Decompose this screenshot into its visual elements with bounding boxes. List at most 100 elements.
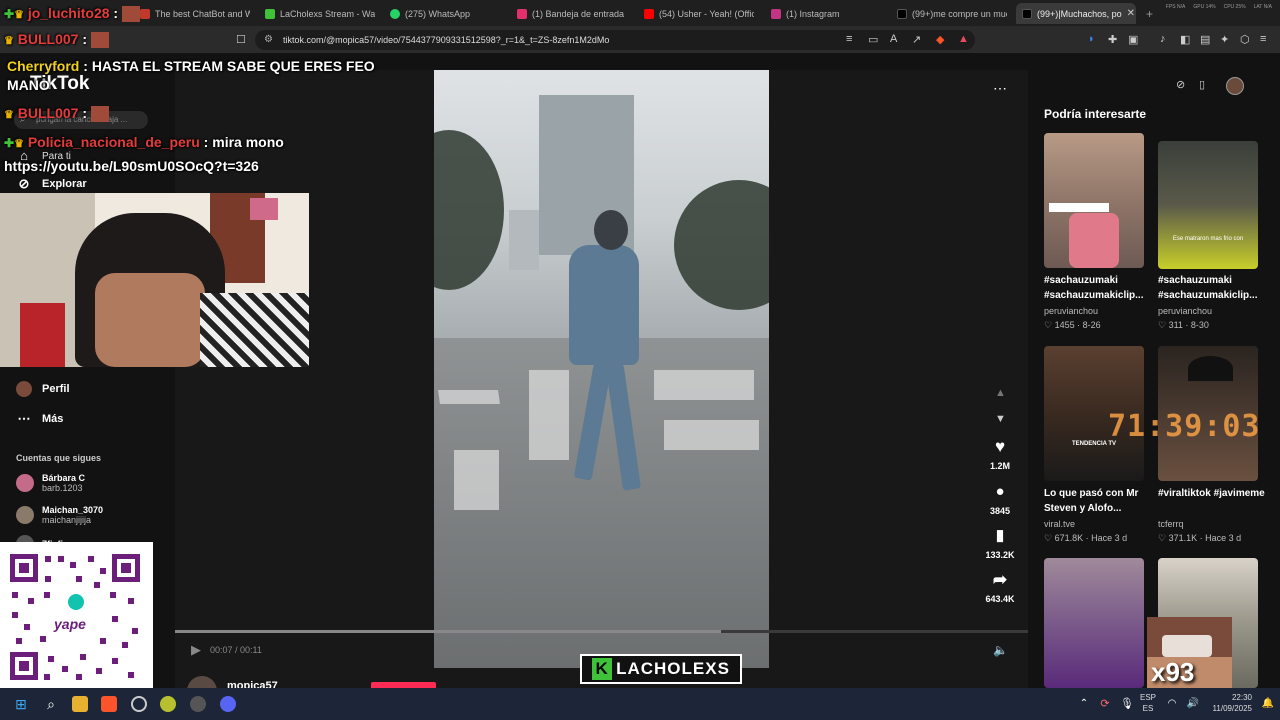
streamer-shirt — [200, 293, 309, 367]
screen-icon[interactable]: ▭ — [868, 33, 878, 46]
video-player[interactable] — [434, 70, 769, 668]
card-title[interactable]: #viraltiktok #javimeme — [1158, 486, 1266, 501]
discord-icon[interactable] — [220, 696, 236, 712]
sidebar-icon[interactable]: ◧ — [1180, 33, 1190, 46]
bookmark-button[interactable]: ▮ 133.2K — [985, 526, 1015, 560]
brave-browser-icon[interactable] — [101, 696, 117, 712]
more-options-icon[interactable]: ⋯ — [993, 80, 1007, 97]
comment-button[interactable]: ● 3845 — [985, 482, 1015, 516]
following-item[interactable]: Bárbara Cbarb.1203 — [16, 473, 85, 493]
following-name: Bárbara C — [42, 473, 86, 483]
crown-badge-icon: ♛ — [4, 35, 14, 47]
obs-icon[interactable] — [190, 696, 206, 712]
crosswalk-stripe — [654, 370, 754, 400]
tab-label: (275) WhatsApp — [405, 8, 471, 19]
card-title[interactable]: Lo que pasó con Mr Steven y Alofo... — [1044, 486, 1152, 516]
lang-top: ESP — [1140, 693, 1157, 702]
leo-icon[interactable]: ✦ — [1220, 33, 1229, 46]
volume-icon[interactable]: 🔈 — [993, 643, 1008, 657]
tab-chatbot[interactable]: The best ChatBot and Wid — [140, 3, 250, 24]
following-item[interactable]: Maichan_3070 maichanjijija — [16, 505, 103, 525]
site-info-icon[interactable]: ⚙ — [264, 34, 273, 45]
comment-count: 3845 — [989, 506, 1011, 516]
card-user[interactable]: peruvianchou — [1044, 306, 1098, 316]
chat-message: ♛ BULL007 : — [4, 105, 109, 123]
video-thumbnail[interactable] — [1044, 133, 1144, 268]
tab-tiktok-active[interactable]: (99+)|Muchachos, po ✕ — [1016, 3, 1136, 24]
clock[interactable]: 22:30 11/09/2025 — [1207, 692, 1252, 714]
reader-icon[interactable]: ≡ — [846, 33, 852, 45]
sidebar-item-explorar[interactable]: ⊘ Explorar — [16, 176, 87, 192]
microphone-icon[interactable]: 🎙 — [1119, 696, 1135, 712]
search-icon[interactable]: ⌕ — [43, 696, 59, 712]
close-tab-icon[interactable]: ✕ — [1127, 8, 1135, 19]
media-icon[interactable]: ♪ — [1160, 33, 1166, 45]
tab-kick-stream[interactable]: LaCholexs Stream - Watch — [265, 3, 375, 24]
stat-lat: LAT N/A — [1253, 4, 1272, 10]
tab-instagram[interactable]: (1) Instagram — [771, 3, 881, 24]
tab-youtube[interactable]: (54) Usher - Yeah! (Official — [644, 3, 754, 24]
rewards-icon[interactable]: ▲ — [958, 33, 969, 45]
steam-icon[interactable] — [131, 696, 147, 712]
multiplier-text: x93 — [1151, 657, 1195, 687]
tab-label: (99+)|Muchachos, po — [1037, 8, 1122, 19]
video-thumbnail[interactable] — [1044, 558, 1144, 688]
video-progress-bar[interactable] — [175, 630, 1028, 633]
translate-icon[interactable]: A — [890, 33, 897, 45]
clock-date: 11/09/2025 — [1212, 704, 1252, 713]
tab-label: (99+)me compre un muel — [912, 8, 1007, 19]
chevron-up-icon[interactable]: ⌃ — [1076, 696, 1092, 712]
video-thumbnail[interactable]: Ese matraron mas frio con — [1158, 141, 1258, 269]
card-title[interactable]: #sachauzumaki #sachauzumakiclip... — [1158, 273, 1266, 303]
chevron-up-icon[interactable]: ▲ — [995, 387, 1006, 399]
tab-inbox[interactable]: (1) Bandeja de entrada - C — [517, 3, 627, 24]
like-button[interactable]: ♥ 1.2M — [985, 437, 1015, 471]
following-handle: barb.1203 — [42, 483, 83, 493]
streamer-face — [95, 273, 205, 367]
share-icon[interactable]: ↗ — [912, 33, 921, 46]
phone-icon[interactable]: ▯ — [1199, 78, 1205, 91]
tab-label: (1) Instagram — [786, 8, 840, 19]
sidebar-item-perfil[interactable]: Perfil — [16, 381, 70, 397]
heart-icon: ♥ — [994, 437, 1006, 456]
chevron-down-icon[interactable]: ▼ — [995, 413, 1006, 425]
user-avatar[interactable] — [1226, 77, 1244, 95]
menu-icon[interactable]: ≡ — [1260, 33, 1266, 45]
tiktok-icon — [897, 8, 907, 19]
card-user[interactable]: viral.tve — [1044, 519, 1075, 529]
emote-image — [90, 32, 109, 49]
play-icon[interactable]: ▶ — [191, 642, 201, 658]
instagram-icon — [771, 8, 781, 19]
wallet2-icon[interactable]: ▤ — [1200, 33, 1210, 46]
tab-tiktok-1[interactable]: (99+)me compre un muel — [897, 3, 1007, 24]
wifi-icon[interactable]: ◠ — [1164, 696, 1180, 712]
notification-icon[interactable]: 🔔 — [1260, 696, 1276, 712]
brave-shield-icon[interactable]: ◆ — [936, 33, 944, 46]
speaker-icon[interactable]: 🔊 — [1185, 696, 1201, 712]
card-meta: ♡ 671.8K · Hace 3 d — [1044, 533, 1128, 543]
card-title[interactable]: #sachauzumaki #sachauzumakiclip... — [1044, 273, 1152, 303]
new-tab-button[interactable]: + — [1146, 3, 1153, 24]
yape-qr-code: yape — [0, 542, 153, 690]
file-explorer-icon[interactable] — [72, 696, 88, 712]
wallet-icon[interactable]: ▣ — [1128, 33, 1138, 46]
card-user[interactable]: peruvianchou — [1158, 306, 1212, 316]
crosswalk-stripe — [529, 370, 569, 460]
windows-start-icon[interactable]: ⊞ — [13, 696, 29, 712]
extensions-icon[interactable]: ✚ — [1108, 33, 1117, 46]
card-user[interactable]: tcferrq — [1158, 519, 1184, 529]
sidebar-item-mas[interactable]: ⋯ Más — [16, 411, 64, 427]
plus-badge-icon: ✚ — [4, 136, 15, 150]
app-icon[interactable] — [160, 696, 176, 712]
bookmark-icon[interactable]: ☐ — [236, 33, 246, 46]
language-indicator[interactable]: ESP ES — [1140, 692, 1156, 714]
bookmark-count: 133.2K — [985, 550, 1015, 560]
vpn-icon[interactable]: ◗ — [1088, 33, 1095, 45]
shield-icon[interactable]: ⬡ — [1240, 33, 1250, 46]
url-field[interactable]: ⚙ tiktok.com/@mopica57/video/75443779093… — [255, 30, 975, 50]
tab-whatsapp[interactable]: (275) WhatsApp — [390, 3, 500, 24]
compass-icon[interactable]: ⊘ — [1176, 78, 1185, 91]
share-button[interactable]: ➦ 643.4K — [985, 570, 1015, 604]
sync-icon[interactable]: ⟳ — [1097, 696, 1113, 712]
chat-username: Cherryford — [7, 58, 80, 74]
